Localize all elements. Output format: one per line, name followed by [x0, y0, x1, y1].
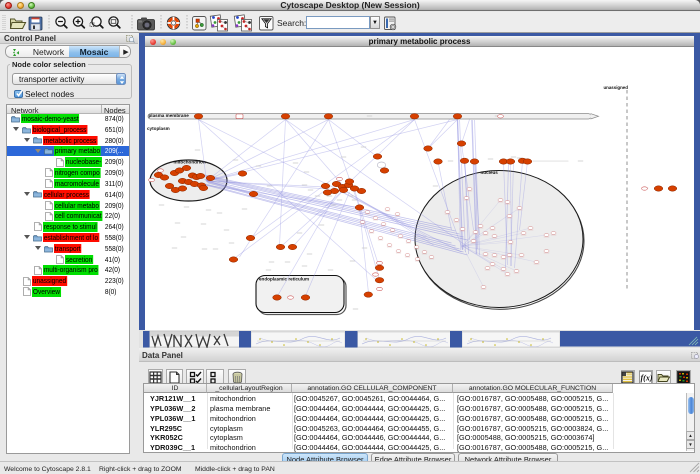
- svg-text:endoplasmic reticulum: endoplasmic reticulum: [259, 277, 309, 282]
- svg-text:mitochondrion: mitochondrion: [174, 160, 206, 165]
- svg-text:unassigned: unassigned: [604, 85, 629, 90]
- svg-text:cytoplasm: cytoplasm: [147, 126, 170, 131]
- svg-text:nucleus: nucleus: [481, 170, 499, 175]
- svg-text:plasma membrane: plasma membrane: [149, 113, 190, 118]
- svg-text:f(x): f(x): [641, 374, 653, 383]
